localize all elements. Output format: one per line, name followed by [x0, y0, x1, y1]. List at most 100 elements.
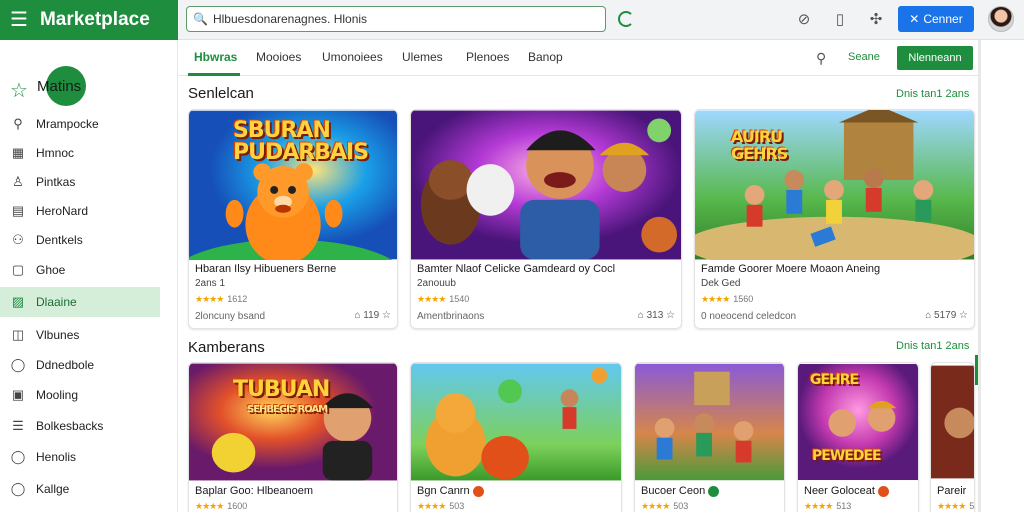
- sidebar-item-label: HeroNard: [36, 204, 89, 218]
- game-title-row: Neer Goloceat: [804, 485, 889, 497]
- game-art-title: TUBUAN: [233, 377, 330, 402]
- search-input[interactable]: [212, 12, 593, 26]
- explore-icon[interactable]: ⊘: [794, 9, 814, 29]
- game-card[interactable]: Bamter Nlaof Celicke Gamdeard oy Cocl 2a…: [410, 109, 682, 329]
- game-title-row: Bucoer Ceon: [641, 485, 720, 497]
- search-icon[interactable]: ⚲: [816, 50, 826, 67]
- rating-row: ★★★★ 503: [641, 500, 688, 512]
- box-icon: ▢: [11, 262, 25, 277]
- rating-count: 5: [969, 501, 975, 511]
- toolbar-link[interactable]: Seane: [848, 51, 880, 63]
- sidebar-item-label: Ghoe: [36, 263, 66, 277]
- rating-row: ★★★★ 1600: [195, 500, 247, 512]
- star-rating: ★★★★: [195, 501, 224, 511]
- game-art-title: GEHRE: [810, 372, 859, 388]
- sidebar-item-2[interactable]: ▦ Hmnoc: [0, 139, 160, 167]
- game-card[interactable]: SBURAN PUDARBAIS Hbaran Ilsy Hibueners B…: [188, 109, 398, 329]
- app-title: Marketplace: [39, 9, 150, 30]
- star-rating: ★★★★: [417, 294, 446, 304]
- rating-row: ★★★★ 513: [804, 500, 851, 512]
- game-art-title: AUIRU GEHRS: [731, 127, 788, 163]
- sidebar-item-9[interactable]: ◯ Ddnedbole: [0, 351, 160, 379]
- card-actions[interactable]: ⌂ 313 ☆: [638, 310, 675, 321]
- refresh-icon[interactable]: [618, 11, 634, 27]
- see-all-link[interactable]: Dnis tan1 2ans: [896, 88, 969, 100]
- plug-icon: ✕: [909, 12, 920, 26]
- avatar[interactable]: [988, 6, 1014, 32]
- rating-count: 513: [836, 501, 852, 511]
- logo-text: Matins: [37, 78, 82, 95]
- puzzle-icon[interactable]: ✣: [866, 9, 886, 29]
- sidebar-item-label: Pintkas: [36, 175, 76, 189]
- game-card[interactable]: Bgn Canrn ★★★★ 503: [410, 362, 622, 512]
- game-title: Neer Goloceat: [804, 485, 875, 497]
- sidebar-item-8[interactable]: ◫ Vlbunes: [0, 321, 160, 349]
- info-icon: ◯: [10, 449, 26, 464]
- search-box[interactable]: 🔍: [186, 6, 606, 32]
- star-rating: ★★★★: [701, 294, 730, 304]
- tab-3[interactable]: Umonoiees: [322, 50, 383, 64]
- menu-icon[interactable]: ☰: [10, 10, 28, 30]
- globe-icon: ◯: [10, 357, 26, 372]
- game-art: [411, 110, 681, 260]
- sidebar-item-label: Mrampocke: [36, 117, 99, 131]
- tab-4[interactable]: Ulemes: [402, 50, 443, 64]
- game-card[interactable]: TUBUAN SEHBEGIS ROAM Baplar Goo: Hlbeano…: [188, 362, 398, 512]
- logo-star-icon: ☆: [10, 80, 28, 102]
- rating-row: ★★★★ 5: [937, 500, 974, 512]
- game-title: Bgn Canrn: [417, 485, 470, 497]
- tab-1[interactable]: Hbwras: [194, 50, 237, 64]
- sidebar-item-label: Henolis: [36, 450, 77, 464]
- person-icon: ♙: [12, 174, 24, 189]
- game-title-row: Bgn Canrn: [417, 485, 484, 497]
- sidebar-item-6[interactable]: ▢ Ghoe: [0, 256, 160, 284]
- badge-icon: [472, 485, 484, 497]
- game-card[interactable]: GEHRE PEWEDEE Neer Goloceat ★★★★ 513: [797, 362, 919, 512]
- sidebar-item-label: Bolkesbacks: [36, 419, 104, 433]
- tab-bar: Hbwras Mooioes Umonoiees Ulemes Plenoes …: [178, 40, 978, 76]
- rating-row: ★★★★ 1612: [195, 293, 247, 305]
- chart-icon: ▨: [11, 294, 25, 309]
- sidebar-item-10[interactable]: ▣ Mooling: [0, 381, 160, 409]
- scrollbar[interactable]: [978, 40, 981, 512]
- game-card[interactable]: Pareir ★★★★ 5: [930, 362, 975, 512]
- sidebar-item-3[interactable]: ♙ Pintkas: [0, 168, 160, 196]
- game-subtitle: 2ans 1: [195, 278, 226, 289]
- sidebar-item-7[interactable]: ▨ Dlaaine: [0, 287, 160, 317]
- card-actions[interactable]: ⌂ 119 ☆: [354, 310, 391, 321]
- card-footer: Amentbrinaons ⌂ 313 ☆: [417, 310, 675, 322]
- rating-row: ★★★★ 1560: [701, 293, 753, 305]
- clipboard-icon: ▣: [11, 387, 25, 402]
- document-icon: ▤: [11, 203, 25, 218]
- manage-button[interactable]: Nlenneann: [897, 46, 973, 70]
- card-actions[interactable]: ⌂ 5179 ☆: [925, 310, 968, 321]
- game-art: [931, 365, 974, 479]
- sidebar-item-1[interactable]: ⚲ Mrampocke: [0, 110, 160, 138]
- sidebar-item-4[interactable]: ▤ HeroNard: [0, 197, 160, 225]
- star-rating: ★★★★: [417, 501, 446, 511]
- tab-2[interactable]: Mooioes: [256, 50, 301, 64]
- sidebar-item-5[interactable]: ⚇ Dentkels: [0, 226, 160, 254]
- marketplace-app: ☰ Marketplace 🔍 ⊘ ▯ ✣ ✕ Cenner ☆ Matins …: [0, 0, 1024, 512]
- game-subtitle: 2anouub: [417, 278, 456, 289]
- badge-icon: [877, 485, 889, 497]
- rating-count: 1600: [227, 501, 248, 511]
- tablet-icon[interactable]: ▯: [830, 9, 850, 29]
- game-card[interactable]: AUIRU GEHRS Famde Goorer Moere Moaon Ane…: [694, 109, 975, 329]
- connect-button[interactable]: ✕ Cenner: [898, 6, 974, 32]
- game-art: [411, 363, 621, 481]
- game-title: Hbaran Ilsy Hibueners Berne: [195, 263, 337, 275]
- sidebar-item-12[interactable]: ◯ Henolis: [0, 443, 160, 471]
- game-card[interactable]: Bucoer Ceon ★★★★ 503: [634, 362, 785, 512]
- sidebar-item-11[interactable]: ☰ Bolkesbacks: [0, 412, 160, 440]
- scrollbar-thumb[interactable]: [975, 355, 978, 385]
- sidebar: ☆ Matins ⚲ Mrampocke ▦ Hmnoc ♙ Pintkas ▤ Her…: [0, 40, 178, 512]
- tab-5[interactable]: Plenoes: [466, 50, 509, 64]
- top-bar: ☰ Marketplace 🔍 ⊘ ▯ ✣ ✕ Cenner: [0, 0, 1024, 40]
- grid-icon: ▦: [11, 145, 25, 160]
- sidebar-item-13[interactable]: ◯ Kallge: [0, 475, 160, 503]
- sidebar-item-label: Mooling: [36, 388, 79, 402]
- tab-6[interactable]: Banop: [528, 50, 563, 64]
- game-title: Bamter Nlaof Celicke Gamdeard oy Cocl: [417, 263, 616, 275]
- see-all-link[interactable]: Dnis tan1 2ans: [896, 340, 969, 352]
